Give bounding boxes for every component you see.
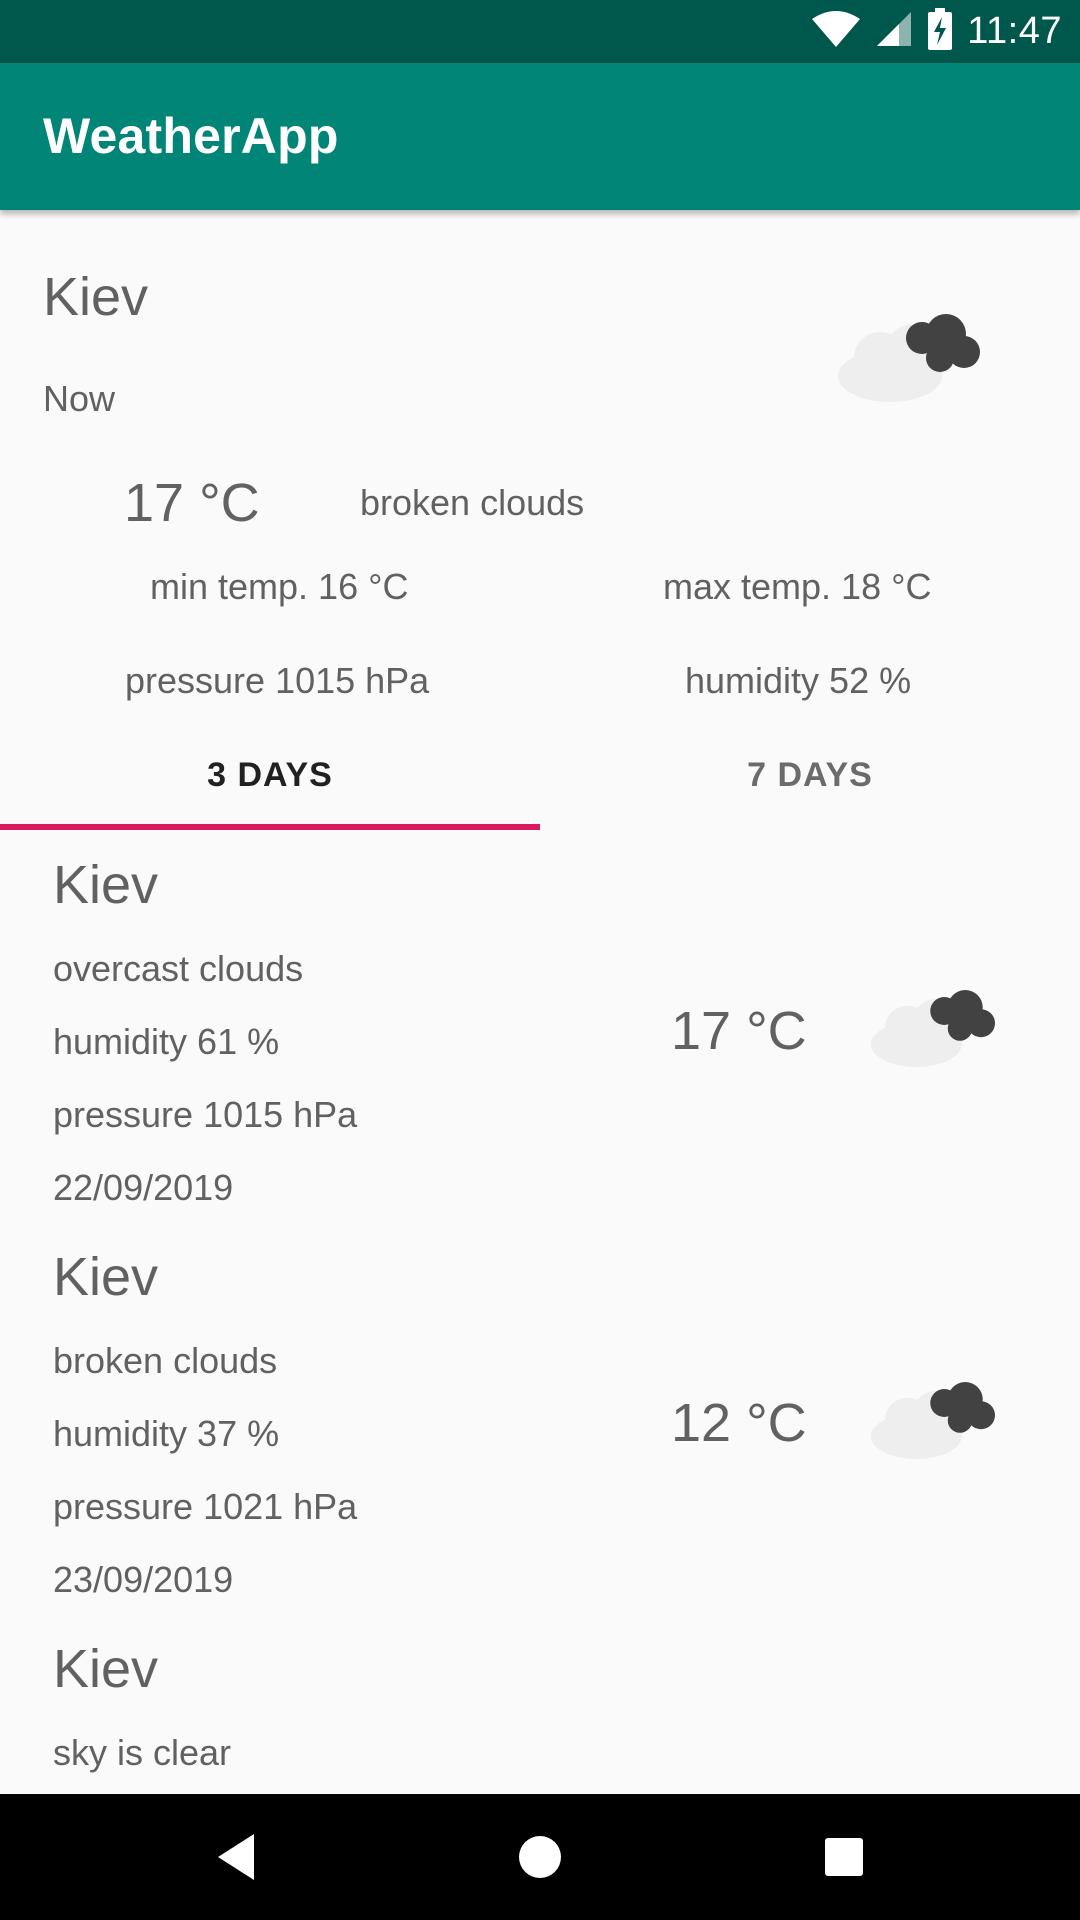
forecast-city: Kiev [53,1639,159,1699]
tab-7-days[interactable]: 7 DAYS [540,720,1080,830]
broken-clouds-icon [862,980,1002,1075]
signal-icon [875,10,913,53]
forecast-date: 23/09/2019 [53,1559,234,1600]
forecast-temp: 17 °C [671,1001,807,1061]
current-label: Now [43,378,116,419]
status-icons: 11:47 [811,0,1062,63]
forecast-tabs: 3 DAYS 7 DAYS [0,720,1080,830]
current-temp: 17 °C [124,473,260,533]
forecast-humidity: humidity 61 % [53,1021,280,1062]
forecast-temp: 13 °C [671,1784,807,1794]
forecast-temp: 12 °C [671,1393,807,1453]
forecast-description: sky is clear [53,1732,232,1773]
navigation-bar [0,1794,1080,1920]
current-pressure: pressure 1015 hPa [125,660,430,701]
tab-3-days[interactable]: 3 DAYS [0,720,540,830]
home-icon[interactable] [470,1794,610,1920]
current-city: Kiev [43,267,149,327]
current-humidity: humidity 52 % [685,660,912,701]
forecast-list[interactable]: Kiev overcast clouds humidity 61 % press… [0,830,1080,1794]
forecast-city: Kiev [53,855,159,915]
forecast-city: Kiev [53,1247,159,1307]
forecast-item[interactable]: Kiev broken clouds humidity 37 % pressur… [0,1222,1080,1614]
forecast-item[interactable]: Kiev sky is clear 13 °C [0,1614,1080,1794]
forecast-item[interactable]: Kiev overcast clouds humidity 61 % press… [0,830,1080,1222]
current-description: broken clouds [360,482,585,523]
forecast-description: overcast clouds [53,948,304,989]
current-max-temp: max temp. 18 °C [663,566,932,607]
broken-clouds-icon [862,1372,1002,1467]
forecast-description: broken clouds [53,1340,278,1381]
app-title: WeatherApp [43,108,339,164]
current-min-temp: min temp. 16 °C [150,566,409,607]
screen: 11:47 WeatherApp Kiev Now 17 °C broken c… [0,0,1080,1920]
broken-clouds-icon [828,304,988,409]
status-bar: 11:47 [0,0,1080,63]
forecast-pressure: pressure 1015 hPa [53,1094,358,1135]
recents-icon[interactable] [774,1794,914,1920]
back-icon[interactable] [166,1794,306,1920]
wifi-icon [811,9,861,54]
forecast-pressure: pressure 1021 hPa [53,1486,358,1527]
status-time: 11:47 [967,10,1062,52]
sun-icon [862,1764,1002,1794]
forecast-humidity: humidity 37 % [53,1413,280,1454]
forecast-date: 22/09/2019 [53,1167,234,1208]
app-bar: WeatherApp [0,63,1080,210]
battery-charging-icon [927,8,953,55]
